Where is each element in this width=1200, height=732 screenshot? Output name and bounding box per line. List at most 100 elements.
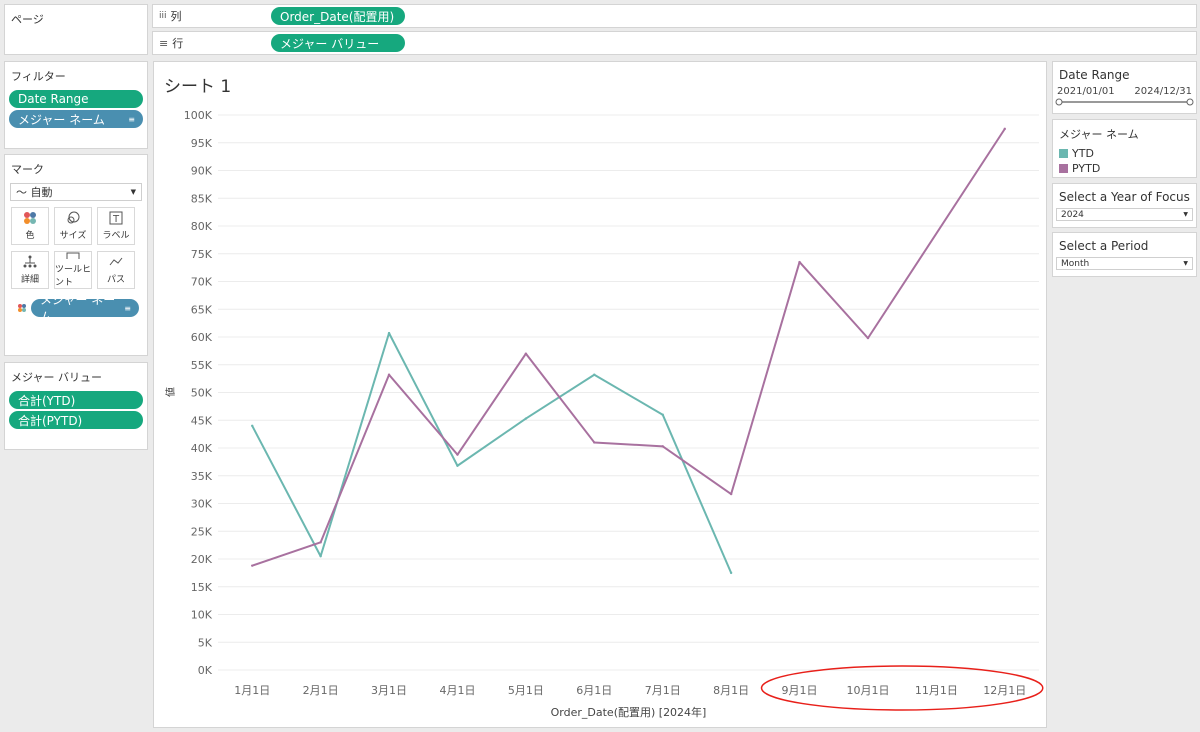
y-tick-label: 60K: [191, 331, 213, 344]
x-tick-label: 3月1日: [371, 684, 407, 697]
filter-date-range-pill[interactable]: Date Range: [9, 90, 143, 108]
filters-title: フィルター: [11, 70, 66, 83]
marks-title: マーク: [11, 163, 44, 176]
date-range-slider[interactable]: [1053, 97, 1196, 107]
rows-pill[interactable]: メジャー バリュー: [271, 34, 405, 52]
size-icon: [67, 211, 80, 224]
y-tick-label: 95K: [191, 137, 213, 150]
label-icon: T: [109, 211, 123, 225]
y-tick-label: 65K: [191, 303, 213, 316]
y-tick-label: 35K: [191, 470, 213, 483]
y-tick-label: 5K: [198, 636, 213, 649]
line-chart[interactable]: 0K 5K 10K 15K 20K 25K 30K 35K 40K 45K 50K 55K 60K 65K…: [154, 62, 1046, 727]
rows-label: 行: [172, 37, 184, 50]
marks-detail-button[interactable]: 詳細: [11, 251, 49, 289]
marks-size-button[interactable]: サイズ: [54, 207, 92, 245]
x-tick-label: 5月1日: [508, 684, 544, 697]
sort-icon: ≡: [124, 303, 131, 313]
y-tick-label: 15K: [191, 581, 213, 594]
y-tick-label: 40K: [191, 442, 213, 455]
marks-tooltip-button[interactable]: ツールヒント: [54, 251, 92, 289]
x-tick-label: 7月1日: [645, 684, 681, 697]
path-icon: [109, 257, 123, 266]
data-point-ytd: [319, 555, 322, 558]
chart-view: シート 1 0K 5K 10K 15K 20K 25K 30K 35K 40K 45K 50K 55K…: [153, 61, 1047, 728]
x-tick-label: 10月1日: [846, 684, 889, 697]
y-tick-label: 0K: [198, 664, 213, 677]
data-point-ytd: [387, 331, 391, 335]
x-tick-label: 1月1日: [234, 684, 270, 697]
chevron-down-icon: ▼: [130, 188, 136, 196]
data-point-pytd: [456, 453, 459, 456]
series-line-pytd: [251, 128, 1006, 567]
rows-shelf[interactable]: ≡ 行 メジャー バリュー: [152, 31, 1197, 55]
period-dropdown[interactable]: Month ▼: [1056, 257, 1193, 270]
sort-icon: ≡: [128, 114, 135, 124]
data-point-pytd: [1003, 127, 1006, 131]
chevron-down-icon: ▼: [1183, 211, 1188, 218]
slider-end-handle[interactable]: [1186, 98, 1194, 106]
x-tick-label: 12月1日: [983, 684, 1026, 697]
measure-pytd-pill[interactable]: 合計(PYTD): [9, 411, 143, 429]
y-tick-label: 10K: [191, 609, 213, 622]
y-tick-label: 75K: [191, 248, 213, 261]
measure-values-title: メジャー バリュー: [11, 371, 102, 384]
data-point-ytd: [593, 373, 596, 376]
year-focus-dropdown[interactable]: 2024 ▼: [1056, 208, 1193, 221]
measure-ytd-pill[interactable]: 合計(YTD): [9, 391, 143, 409]
legend-title: メジャー ネーム: [1059, 128, 1139, 141]
y-tick-label: 90K: [191, 165, 213, 178]
data-point-ytd: [729, 571, 733, 575]
filters-card: フィルター Date Range メジャー ネーム ≡: [4, 61, 148, 149]
data-point-ytd: [456, 464, 459, 467]
columns-label: 列: [170, 10, 182, 23]
columns-pill[interactable]: Order_Date(配置用): [271, 7, 405, 25]
y-tick-label: 55K: [191, 359, 213, 372]
y-tick-label: 100K: [184, 109, 213, 122]
marks-color-pill[interactable]: メジャー ネーム ≡: [31, 293, 139, 324]
data-point-ytd: [251, 424, 254, 427]
columns-icon: iii: [159, 11, 167, 21]
line-mark-icon: 〜: [16, 186, 27, 199]
rows-icon: ≡: [159, 36, 169, 50]
marks-path-button[interactable]: パス: [97, 251, 135, 289]
date-range-title: Date Range: [1059, 68, 1130, 82]
y-tick-label: 30K: [191, 498, 213, 511]
data-point-pytd: [387, 373, 391, 376]
pages-title: ページ: [11, 13, 44, 26]
legend-item-ytd[interactable]: YTD: [1053, 146, 1196, 161]
data-point-pytd: [798, 260, 801, 264]
year-focus-card: Select a Year of Focus 2024 ▼: [1052, 183, 1197, 228]
data-point-pytd: [251, 564, 254, 567]
x-tick-label: 2月1日: [303, 684, 339, 697]
filter-measure-names-pill[interactable]: メジャー ネーム ≡: [9, 110, 143, 128]
slider-start-handle[interactable]: [1055, 98, 1063, 106]
data-point-pytd: [866, 336, 870, 340]
year-focus-title: Select a Year of Focus: [1059, 190, 1190, 204]
x-tick-label: 6月1日: [576, 684, 612, 697]
date-range-start: 2021/01/01: [1057, 86, 1115, 97]
marks-label-button[interactable]: T ラベル: [97, 207, 135, 245]
detail-icon: [23, 255, 37, 268]
y-tick-label: 50K: [191, 387, 213, 400]
legend-item-pytd[interactable]: PYTD: [1053, 161, 1196, 176]
data-point-pytd: [524, 352, 528, 355]
mark-type-dropdown[interactable]: 〜 自動 ▼: [10, 183, 142, 201]
y-tick-label: 85K: [191, 192, 213, 205]
x-tick-label: 8月1日: [713, 684, 749, 697]
columns-shelf[interactable]: iii 列 Order_Date(配置用): [152, 4, 1197, 28]
data-point-pytd: [661, 445, 664, 448]
measure-values-card: メジャー バリュー 合計(YTD) 合計(PYTD): [4, 362, 148, 450]
series-line-ytd: [251, 332, 733, 574]
svg-text:T: T: [112, 214, 120, 225]
date-range-card: Date Range 2021/01/01 2024/12/31: [1052, 61, 1197, 114]
color-icon: [18, 304, 26, 312]
marks-card: マーク 〜 自動 ▼ 色 サイズ T ラベル 詳細 ツールヒント パス メジャー…: [4, 154, 148, 356]
date-range-end: 2024/12/31: [1134, 86, 1192, 97]
y-tick-label: 45K: [191, 414, 213, 427]
data-point-ytd: [661, 413, 664, 416]
data-point-pytd: [729, 492, 733, 496]
pytd-swatch: [1059, 164, 1068, 173]
marks-color-button[interactable]: 色: [11, 207, 49, 245]
period-title: Select a Period: [1059, 239, 1149, 253]
